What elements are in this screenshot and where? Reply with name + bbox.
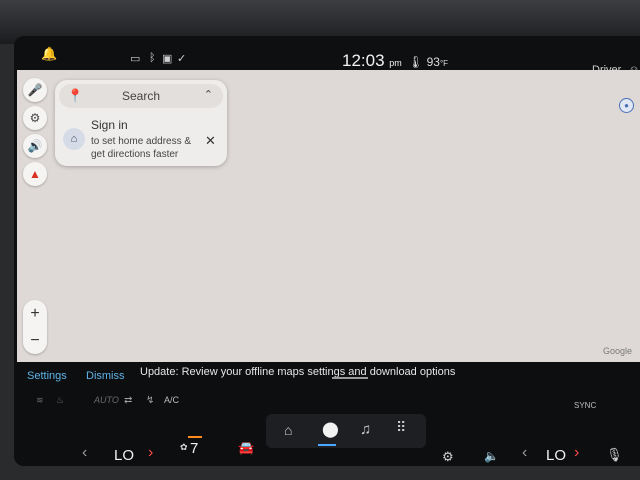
- zoom-out-button[interactable]: −: [23, 327, 47, 354]
- outside-temperature: 🌡 93°F: [408, 55, 448, 69]
- head-unit-screen: 🔔 ▭ ᛒ ▣ ✓ 12:03 pm 🌡 93°F Driver ☺ 🎤 ⚙ 🔊…: [14, 36, 640, 466]
- seat-heat-icon[interactable]: ♨: [56, 395, 64, 406]
- ac-label[interactable]: A/C: [164, 395, 179, 405]
- volume-button[interactable]: 🔊: [23, 134, 47, 158]
- right-temp-up-icon[interactable]: ›: [574, 444, 579, 462]
- gear-dock-icon[interactable]: ⚙: [442, 449, 454, 465]
- update-notice: Settings Dismiss Update: Review your off…: [14, 362, 640, 392]
- home-nav-icon[interactable]: ⌂: [284, 422, 292, 438]
- music-note-icon[interactable]: ♫: [360, 421, 371, 438]
- status-bar: 🔔 ▭ ᛒ ▣ ✓ 12:03 pm 🌡 93°F Driver ☺: [14, 36, 640, 76]
- settings-button[interactable]: ⚙: [23, 106, 47, 130]
- fan-direction-icon[interactable]: ↯: [146, 395, 154, 406]
- right-temp-down-icon[interactable]: ‹: [522, 444, 527, 462]
- zoom-control: + −: [23, 300, 47, 354]
- fan-level-indicator: [188, 436, 202, 438]
- settings-link[interactable]: Settings: [27, 370, 67, 382]
- navigation-pin-icon[interactable]: ⬤: [322, 420, 339, 438]
- home-icon: ⌂: [63, 128, 85, 150]
- mic-icon: 🎤: [27, 83, 43, 97]
- auto-label[interactable]: AUTO: [94, 395, 119, 405]
- left-temp-down-icon[interactable]: ‹: [82, 444, 87, 462]
- mic-dock-icon[interactable]: 🎙: [606, 447, 623, 463]
- check-circle-icon: ✓: [177, 53, 187, 65]
- clock-ampm: pm: [389, 58, 402, 68]
- chevron-up-icon[interactable]: ⌃: [204, 88, 213, 101]
- app-nav-bar: ⌂ ⬤ ♫ ⠿: [266, 414, 426, 448]
- compass-button[interactable]: ▲: [23, 162, 47, 186]
- defrost-rear-icon[interactable]: ≋: [36, 395, 44, 406]
- gear-icon: ⚙: [29, 111, 41, 125]
- volume-icon: 🔊: [27, 139, 43, 153]
- left-temp-up-icon[interactable]: ›: [148, 444, 153, 462]
- signin-title[interactable]: Sign in: [91, 118, 128, 132]
- search-label: Search: [121, 89, 161, 103]
- fan-icon: ✿: [180, 442, 188, 452]
- apps-grid-icon[interactable]: ⠿: [396, 419, 406, 436]
- search-bar[interactable]: 📍 Search ⌃: [59, 84, 223, 108]
- clock-time: 12:03: [342, 51, 385, 70]
- close-icon[interactable]: ✕: [205, 133, 216, 149]
- account-icon[interactable]: ●: [619, 98, 634, 113]
- zoom-in-button[interactable]: +: [23, 300, 47, 327]
- fan-speed-value[interactable]: 7: [190, 440, 198, 457]
- phone-check-icon: ▣: [162, 53, 173, 65]
- dismiss-link[interactable]: Dismiss: [86, 370, 125, 382]
- message-icon: ▭: [130, 53, 141, 65]
- sync-label[interactable]: SYNC: [574, 401, 596, 410]
- recirculation-icon[interactable]: ⇄: [124, 395, 132, 406]
- right-temp-value: LO: [546, 447, 567, 464]
- google-attribution: Google: [602, 346, 632, 356]
- active-app-indicator: [318, 444, 336, 446]
- map-view[interactable]: 🎤 ⚙ 🔊 ▲ + − 📍 Search ⌃ ⌂ Sign in to set …: [17, 70, 640, 362]
- left-temp-value: LO: [114, 447, 135, 464]
- bottom-dock: ≋ ♨ AUTO ⇄ ↯ A/C SYNC ‹ LO › ✿ 7 🚘 ⌂ ⬤ ♫…: [14, 392, 640, 466]
- compass-icon: ▲: [29, 167, 41, 181]
- car-icon[interactable]: 🚘: [238, 440, 260, 460]
- drag-handle[interactable]: [332, 377, 368, 379]
- temperature-unit: °F: [439, 59, 449, 68]
- signin-subtitle: to set home address & get directions fas…: [91, 136, 192, 160]
- clock: 12:03 pm: [342, 51, 402, 71]
- temperature-value: 93: [426, 55, 440, 69]
- update-message: Update: Review your offline maps setting…: [140, 366, 456, 378]
- thermometer-icon: 🌡: [408, 55, 424, 69]
- bluetooth-icon: ᛒ: [149, 52, 156, 64]
- mic-button[interactable]: 🎤: [23, 78, 47, 102]
- volume-dock-icon[interactable]: 🔈: [484, 449, 499, 463]
- search-card: 📍 Search ⌃ ⌂ Sign in to set home address…: [55, 80, 227, 166]
- bell-icon[interactable]: 🔔: [41, 46, 57, 62]
